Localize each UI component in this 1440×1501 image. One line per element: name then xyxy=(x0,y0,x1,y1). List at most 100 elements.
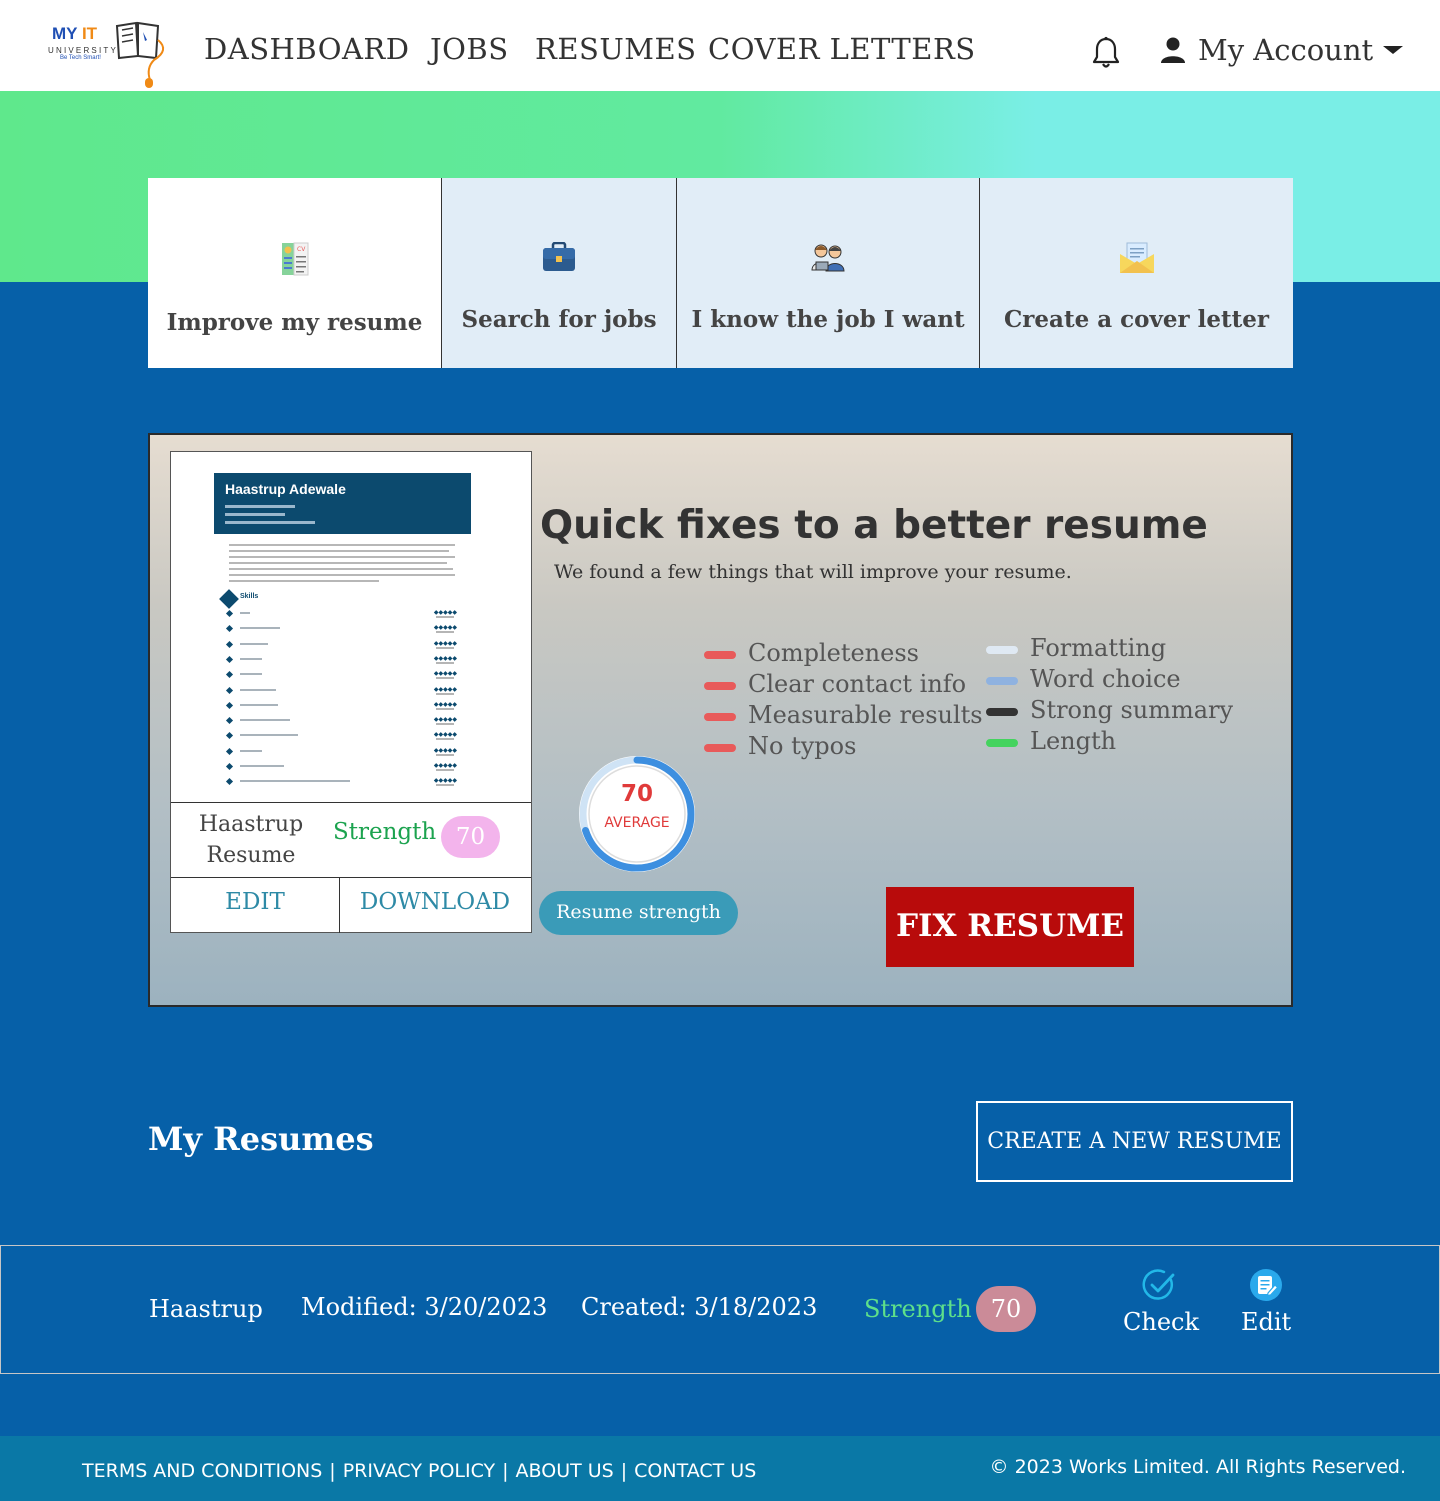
resume-strength-pill[interactable]: Resume strength xyxy=(539,891,738,935)
preview-skill-row: ◆◆◆◆◆ xyxy=(225,777,457,789)
account-menu[interactable]: My Account xyxy=(1160,33,1404,67)
check-label: Check xyxy=(1123,1308,1200,1336)
preview-skill-row: ◆◆◆◆◆ xyxy=(225,762,457,774)
nav-resumes[interactable]: RESUMES xyxy=(535,32,697,66)
quick-fixes-subtitle: We found a few things that will improve … xyxy=(554,561,1072,583)
legend-item: Strong summary xyxy=(986,695,1233,726)
check-button[interactable]: Check xyxy=(1123,1268,1199,1336)
preview-skills-heading: Skills xyxy=(240,593,259,600)
legend-swatch xyxy=(704,682,736,690)
footer-separator: | xyxy=(620,1460,628,1482)
resume-row-strength-label: Strength xyxy=(864,1295,972,1323)
chevron-down-icon xyxy=(1383,46,1404,54)
preview-skill-row: ◆◆◆◆◆ xyxy=(225,731,457,743)
edit-button[interactable]: EDIT xyxy=(171,878,340,933)
top-header: MY IT UNIVERSITY Be Tech Smart! DASHBOAR… xyxy=(0,0,1440,91)
legend-swatch xyxy=(986,677,1018,685)
footer-links: TERMS AND CONDITIONS | PRIVACY POLICY | ABOU… xyxy=(82,1460,756,1482)
footer-link-privacy[interactable]: PRIVACY POLICY xyxy=(343,1460,495,1482)
preview-skill-row: ◆◆◆◆◆ xyxy=(225,609,457,621)
legend-swatch xyxy=(704,651,736,659)
legend-item: Formatting xyxy=(986,633,1233,664)
resume-preview-card: Haastrup Adewale Skills ◆◆◆◆◆ ◆◆◆◆◆ ◆◆◆◆◆ ◆… xyxy=(170,451,532,933)
preview-skill-row: ◆◆◆◆◆ xyxy=(225,670,457,682)
legend-swatch xyxy=(986,646,1018,654)
gauge-label: AVERAGE xyxy=(604,815,670,831)
row-edit-button[interactable]: Edit xyxy=(1241,1268,1291,1336)
nav-jobs[interactable]: JOBS xyxy=(430,32,509,66)
legend-swatch xyxy=(704,713,736,721)
legend-item: Word choice xyxy=(986,664,1233,695)
download-button[interactable]: DOWNLOAD xyxy=(340,878,530,933)
legend-item: No typos xyxy=(704,731,983,762)
preview-skill-row: ◆◆◆◆◆ xyxy=(225,747,457,759)
edit-label: Edit xyxy=(1241,1308,1292,1336)
legend-item: Length xyxy=(986,726,1233,757)
resume-icon: CV xyxy=(281,242,308,276)
resume-card-score-badge: 70 xyxy=(441,816,500,858)
footer-separator: | xyxy=(502,1460,509,1482)
book-mouse-icon xyxy=(115,21,165,88)
logo-brand-a: MY xyxy=(52,24,78,43)
fix-resume-button[interactable]: FIX RESUME xyxy=(886,887,1134,967)
logo-brand-b: IT xyxy=(81,24,98,43)
tile-label: Improve my resume xyxy=(166,309,423,336)
skills-icon xyxy=(219,589,239,609)
footer: TERMS AND CONDITIONS | PRIVACY POLICY | ABOU… xyxy=(0,1436,1440,1501)
user-icon xyxy=(1161,37,1185,63)
edit-document-icon xyxy=(1250,1269,1282,1301)
footer-link-about[interactable]: ABOUT US xyxy=(516,1460,614,1482)
tile-label: I know the job I want xyxy=(691,306,965,333)
logo[interactable]: MY IT UNIVERSITY Be Tech Smart! xyxy=(46,20,174,90)
resume-row[interactable]: Haastrup Modified: 3/20/2023 Created: 3/… xyxy=(0,1245,1440,1374)
criteria-legend-right: Formatting Word choice Strong summary Le… xyxy=(986,633,1233,757)
notification-bell-icon[interactable] xyxy=(1091,36,1121,74)
nav-dashboard[interactable]: DASHBOARD xyxy=(204,32,410,66)
gauge-ring xyxy=(579,756,695,872)
footer-link-terms[interactable]: TERMS AND CONDITIONS xyxy=(82,1460,322,1482)
legend-item: Clear contact info xyxy=(704,669,983,700)
my-resumes-title: My Resumes xyxy=(148,1120,374,1158)
footer-link-contact[interactable]: CONTACT US xyxy=(634,1460,756,1482)
tile-know-job[interactable]: I know the job I want xyxy=(677,178,980,368)
footer-separator: | xyxy=(329,1460,336,1482)
legend-swatch xyxy=(986,739,1018,747)
quick-fixes-panel: Haastrup Adewale Skills ◆◆◆◆◆ ◆◆◆◆◆ ◆◆◆◆◆ ◆… xyxy=(148,433,1293,1007)
briefcase-icon xyxy=(543,242,575,271)
preview-skill-row: ◆◆◆◆◆ xyxy=(225,686,457,698)
people-icon xyxy=(811,244,845,272)
resume-card-name: Haastrup Resume xyxy=(198,812,304,868)
envelope-icon xyxy=(1119,242,1154,273)
tile-improve-resume[interactable]: CV Improve my resume xyxy=(148,178,442,368)
nav-cover-letters[interactable]: COVER LETTERS xyxy=(708,32,976,66)
preview-skill-row: ◆◆◆◆◆ xyxy=(225,640,457,652)
logo-sub: UNIVERSITY xyxy=(48,46,119,55)
preview-skill-row: ◆◆◆◆◆ xyxy=(225,655,457,667)
create-new-resume-button[interactable]: CREATE A NEW RESUME xyxy=(976,1101,1293,1182)
gauge-value: 70 xyxy=(620,781,653,807)
legend-swatch xyxy=(704,744,736,752)
resume-row-created: Created: 3/18/2023 xyxy=(581,1293,818,1321)
check-circle-icon xyxy=(1142,1269,1175,1300)
legend-swatch xyxy=(986,708,1018,716)
svg-text:CV: CV xyxy=(297,246,306,253)
footer-copyright: © 2023 Works Limited. All Rights Reserve… xyxy=(989,1456,1406,1478)
resume-row-name[interactable]: Haastrup xyxy=(149,1246,263,1373)
criteria-legend-left: Completeness Clear contact info Measurab… xyxy=(704,638,983,762)
account-label: My Account xyxy=(1198,33,1374,67)
action-tiles: CV Improve my resume Search for jobs I k… xyxy=(148,178,1293,368)
logo-tagline: Be Tech Smart! xyxy=(60,55,101,61)
resume-thumbnail[interactable]: Haastrup Adewale Skills ◆◆◆◆◆ ◆◆◆◆◆ ◆◆◆◆◆ ◆… xyxy=(171,452,531,802)
tile-cover-letter[interactable]: Create a cover letter xyxy=(980,178,1293,368)
resume-row-score-badge: 70 xyxy=(976,1286,1036,1332)
tile-label: Search for jobs xyxy=(461,306,657,333)
tile-label: Create a cover letter xyxy=(1004,306,1269,333)
strength-gauge: 70 AVERAGE xyxy=(574,751,700,877)
preview-person-name: Haastrup Adewale xyxy=(225,481,346,497)
legend-item: Measurable results xyxy=(704,700,983,731)
preview-skill-row: ◆◆◆◆◆ xyxy=(225,701,457,713)
tile-search-jobs[interactable]: Search for jobs xyxy=(442,178,677,368)
quick-fixes-title: Quick fixes to a better resume xyxy=(540,503,1208,548)
resume-card-strength-label: Strength xyxy=(333,819,437,845)
preview-skill-row: ◆◆◆◆◆ xyxy=(225,716,457,728)
